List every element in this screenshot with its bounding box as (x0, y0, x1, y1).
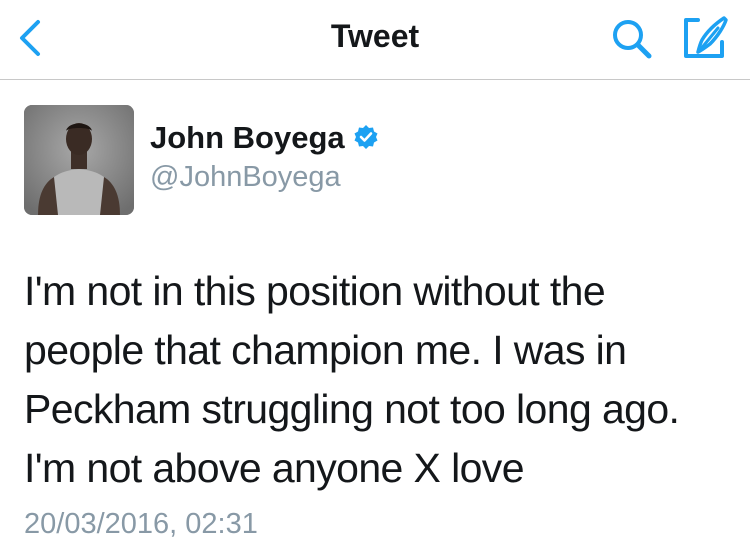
search-button[interactable] (606, 14, 658, 62)
avatar[interactable] (24, 105, 134, 215)
tweet-text-line: I'm not in this position without the (24, 268, 606, 314)
author-name[interactable]: John Boyega (150, 120, 379, 156)
tweet-text-line: people that champion me. I was in (24, 327, 627, 373)
tweet-text-line: I'm not above anyone X love (24, 445, 525, 491)
navigation-bar: Tweet (0, 0, 750, 80)
compose-tweet-icon (684, 16, 728, 58)
search-icon (613, 20, 652, 59)
author-name-text: John Boyega (150, 120, 345, 155)
verified-badge-icon (354, 124, 378, 149)
tweet-timestamp: 20/03/2016, 02:31 (24, 508, 258, 540)
tweet-text: I'm not in this position without the peo… (24, 262, 734, 498)
compose-button[interactable] (678, 12, 734, 64)
profile-photo (24, 105, 134, 215)
tweet-text-line: Peckham struggling not too long ago. (24, 386, 680, 432)
author-handle[interactable]: @JohnBoyega (150, 161, 341, 194)
